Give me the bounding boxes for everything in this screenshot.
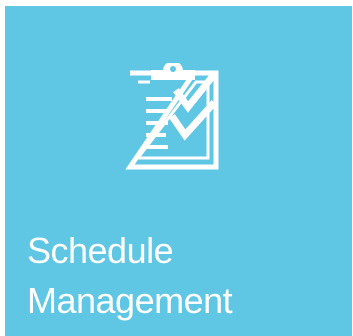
tile-label: Schedule Management [27,226,233,326]
clipboard-checklist-icon [125,63,219,170]
tile-label-line-2: Management [27,280,233,321]
schedule-management-tile[interactable]: Schedule Management [5,6,352,336]
tile-label-line-1: Schedule [27,230,174,271]
